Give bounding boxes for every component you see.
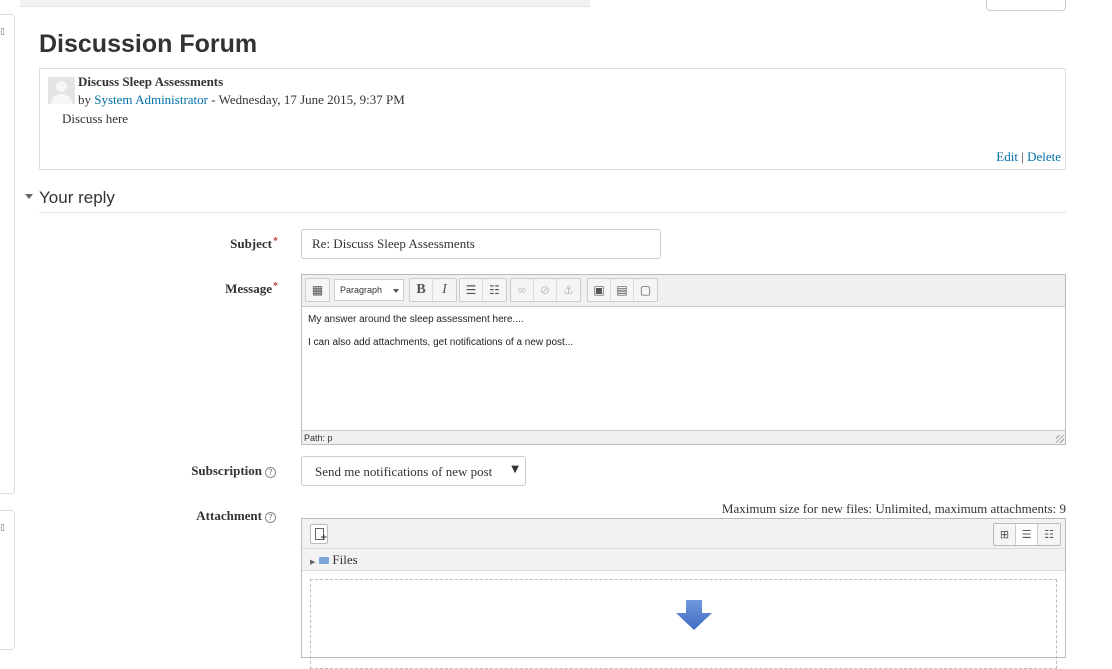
unlink-icon[interactable]: ⊘: [534, 279, 557, 301]
expand-arrow-icon[interactable]: ▶: [310, 558, 315, 566]
subscription-label: Subscription?: [36, 463, 276, 479]
attachment-label: Attachment?: [36, 508, 276, 524]
plus-icon: +: [320, 533, 328, 543]
subject-input[interactable]: [301, 229, 661, 259]
file-manager: + ⊞ ☰ ☷ ▶ Files: [301, 518, 1066, 669]
required-icon: *: [273, 281, 278, 292]
legend-divider: [39, 212, 1066, 213]
subscription-label-text: Subscription: [191, 463, 262, 478]
post-body: Discuss here: [62, 111, 129, 126]
author-link[interactable]: System Administrator: [94, 92, 208, 107]
subject-label: Subject*: [38, 236, 278, 252]
add-file-button[interactable]: +: [310, 524, 328, 544]
format-select[interactable]: Paragraph: [334, 279, 404, 301]
toolbar-group-media: ▣ ▤ ▢: [587, 278, 658, 302]
block-dock-top: ▯: [0, 14, 15, 494]
message-line: My answer around the sleep assessment he…: [308, 314, 524, 325]
help-icon[interactable]: ?: [265, 511, 276, 523]
message-line: I can also add attachments, get notifica…: [308, 337, 574, 348]
dock-icon[interactable]: ▯: [0, 523, 5, 533]
toolbar-group-toggle: ▦: [305, 278, 330, 302]
delete-link[interactable]: Delete: [1027, 149, 1061, 164]
forum-post: Discuss Sleep Assessments by System Admi…: [39, 68, 1066, 170]
chevron-down-icon: [393, 289, 399, 293]
page-title: Discussion Forum: [39, 30, 258, 58]
top-strip: [20, 0, 590, 7]
collapse-triangle-icon: [25, 194, 33, 200]
file-path-bar: ▶ Files: [302, 549, 1065, 571]
file-dropzone[interactable]: [310, 579, 1057, 669]
editor-toolbar: ▦ Paragraph B I ☰ ☷ ∞ ⊘ ⚓ ▣ ▤ ▢: [302, 275, 1065, 307]
top-right-button[interactable]: [986, 0, 1066, 11]
caret-down-icon: ▼: [511, 464, 519, 475]
view-icons-icon[interactable]: ⊞: [994, 524, 1016, 545]
view-tree-icon[interactable]: ☷: [1038, 524, 1060, 545]
dock-icon[interactable]: ▯: [0, 27, 5, 37]
download-arrow-icon: [676, 600, 712, 630]
subject-label-text: Subject: [230, 236, 272, 251]
numbered-list-icon[interactable]: ☷: [483, 279, 506, 301]
toolbar-toggle-icon[interactable]: ▦: [306, 279, 329, 301]
help-icon[interactable]: ?: [265, 466, 276, 478]
post-subject: Discuss Sleep Assessments: [78, 74, 224, 89]
editor-path: Path: p: [304, 433, 333, 443]
message-text-area[interactable]: My answer around the sleep assessment he…: [302, 308, 1065, 430]
post-author-line: by System Administrator - Wednesday, 17 …: [78, 92, 405, 108]
toolbar-group-style: B I: [409, 278, 457, 302]
block-dock-bottom: ▯: [0, 510, 15, 650]
your-reply-legend[interactable]: Your reply: [25, 188, 115, 208]
attachment-limits: Maximum size for new files: Unlimited, m…: [721, 501, 1066, 516]
folder-icon: [319, 557, 330, 564]
view-list-icon[interactable]: ☰: [1016, 524, 1038, 545]
message-label: Message*: [38, 281, 278, 297]
format-value: Paragraph: [340, 285, 383, 295]
post-date: - Wednesday, 17 June 2015, 9:37 PM: [211, 92, 405, 107]
required-icon: *: [273, 236, 278, 247]
link-icon[interactable]: ∞: [511, 279, 534, 301]
italic-icon[interactable]: I: [433, 279, 456, 301]
anchor-icon[interactable]: ⚓: [557, 279, 580, 301]
bullet-list-icon[interactable]: ☰: [460, 279, 483, 301]
commands-separator: |: [1021, 149, 1024, 164]
by-label: by: [78, 92, 91, 107]
subscription-select[interactable]: Send me notifications of new post ▼: [301, 456, 526, 486]
toolbar-group-lists: ☰ ☷: [459, 278, 507, 302]
message-label-text: Message: [225, 281, 272, 296]
toolbar-group-links: ∞ ⊘ ⚓: [510, 278, 581, 302]
resize-handle-icon[interactable]: [1056, 435, 1064, 443]
avatar[interactable]: [48, 77, 75, 104]
editor-status-bar: Path: p: [302, 430, 1065, 444]
message-editor[interactable]: ▦ Paragraph B I ☰ ☷ ∞ ⊘ ⚓ ▣ ▤ ▢ My answe…: [301, 274, 1066, 445]
attachment-label-text: Attachment: [196, 508, 262, 523]
paste-word-icon[interactable]: ▢: [634, 279, 657, 301]
image-icon[interactable]: ▣: [588, 279, 611, 301]
legend-label: Your reply: [39, 188, 115, 207]
subscription-value: Send me notifications of new post: [315, 464, 493, 479]
post-commands: Edit | Delete: [996, 149, 1061, 165]
file-manager-toolbar: + ⊞ ☰ ☷: [302, 519, 1065, 549]
folder-name[interactable]: Files: [332, 552, 357, 567]
bold-icon[interactable]: B: [410, 279, 433, 301]
media-icon[interactable]: ▤: [611, 279, 634, 301]
edit-link[interactable]: Edit: [996, 149, 1018, 164]
view-switcher: ⊞ ☰ ☷: [993, 523, 1061, 546]
